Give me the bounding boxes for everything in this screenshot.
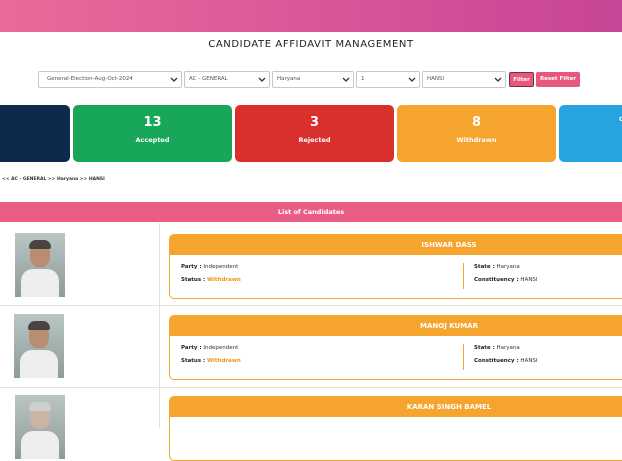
chevron-down-icon bbox=[170, 77, 178, 82]
election-select-value: General-Election-Aug-Oct-2024 bbox=[47, 76, 133, 82]
top-banner bbox=[0, 0, 622, 32]
chevron-down-icon bbox=[494, 77, 502, 82]
divider bbox=[463, 344, 464, 370]
reset-filter-button[interactable]: Reset Filter bbox=[536, 72, 580, 87]
stat-card-total[interactable] bbox=[0, 105, 70, 162]
candidate-card[interactable]: MANOJ KUMAR Party : Independent Status :… bbox=[169, 315, 622, 380]
filter-button[interactable]: Filter bbox=[509, 72, 534, 87]
number-select[interactable]: 1 bbox=[356, 71, 420, 88]
number-select-value: 1 bbox=[361, 76, 365, 82]
chevron-down-icon bbox=[342, 77, 350, 82]
stat-card-accepted[interactable]: 13 Accepted bbox=[73, 105, 232, 162]
stats-cards: 13 Accepted 3 Rejected 8 Withdrawn C bbox=[0, 105, 622, 162]
constituency-select-value: HANSI bbox=[427, 76, 445, 82]
list-header: List of Candidates bbox=[0, 202, 622, 222]
candidate-card[interactable]: ISHWAR DASS Party : Independent Status :… bbox=[169, 234, 622, 299]
party-value: Independent bbox=[203, 345, 239, 351]
chevron-down-icon bbox=[408, 77, 416, 82]
candidate-name: KARAN SINGH BAMEL bbox=[170, 397, 622, 417]
election-select[interactable]: General-Election-Aug-Oct-2024 bbox=[38, 71, 182, 88]
candidate-photo bbox=[14, 314, 64, 378]
state-select-value: Haryana bbox=[277, 76, 301, 82]
candidate-photo-cell bbox=[0, 223, 160, 305]
stat-card-rejected[interactable]: 3 Rejected bbox=[235, 105, 394, 162]
state-value: Haryana bbox=[496, 345, 520, 351]
stat-value: 3 bbox=[309, 115, 320, 130]
chevron-down-icon bbox=[258, 77, 266, 82]
state-select[interactable]: Haryana bbox=[272, 71, 354, 88]
candidate-name: ISHWAR DASS bbox=[170, 235, 622, 255]
state-value: Haryana bbox=[496, 264, 520, 270]
candidate-row: KARAN SINGH BAMEL bbox=[0, 388, 622, 461]
divider bbox=[463, 263, 464, 289]
candidate-photo bbox=[15, 233, 65, 297]
constituency-select[interactable]: HANSI bbox=[422, 71, 506, 88]
party-line: Party : Independent bbox=[181, 345, 239, 351]
breadcrumb: << AC - GENERAL >> Haryana >> HANSI bbox=[2, 177, 105, 182]
stat-card-contesting[interactable]: C bbox=[559, 105, 622, 162]
status-line: Status : Withdrawn bbox=[181, 358, 241, 364]
ac-type-select-value: AC - GENERAL bbox=[189, 76, 228, 82]
status-value: Withdrawn bbox=[206, 277, 241, 283]
status-line: Status : Withdrawn bbox=[181, 277, 241, 283]
status-value: Withdrawn bbox=[206, 358, 241, 364]
party-line: Party : Independent bbox=[181, 264, 239, 270]
state-line: State : Haryana bbox=[474, 345, 520, 351]
stat-card-withdrawn[interactable]: 8 Withdrawn bbox=[397, 105, 556, 162]
constituency-value: HANSI bbox=[520, 358, 538, 364]
party-value: Independent bbox=[203, 264, 239, 270]
state-line: State : Haryana bbox=[474, 264, 520, 270]
candidate-name: MANOJ KUMAR bbox=[170, 316, 622, 336]
filter-bar: General-Election-Aug-Oct-2024 AC - GENER… bbox=[0, 71, 622, 88]
stat-label: Rejected bbox=[298, 136, 331, 144]
stat-label: C bbox=[619, 115, 622, 123]
constituency-line: Constituency : HANSI bbox=[474, 358, 538, 364]
constituency-value: HANSI bbox=[520, 277, 538, 283]
page-title: CANDIDATE AFFIDAVIT MANAGEMENT bbox=[208, 39, 414, 50]
candidate-row: ISHWAR DASS Party : Independent Status :… bbox=[0, 223, 622, 306]
candidate-photo-cell bbox=[0, 388, 160, 459]
candidate-photo-cell bbox=[0, 306, 160, 387]
stat-value: 13 bbox=[143, 115, 162, 130]
candidate-row: MANOJ KUMAR Party : Independent Status :… bbox=[0, 306, 622, 388]
stat-value: 8 bbox=[471, 115, 482, 130]
stat-label: Accepted bbox=[135, 136, 170, 144]
ac-type-select[interactable]: AC - GENERAL bbox=[184, 71, 270, 88]
candidate-card[interactable]: KARAN SINGH BAMEL bbox=[169, 396, 622, 461]
constituency-line: Constituency : HANSI bbox=[474, 277, 538, 283]
stat-label: Withdrawn bbox=[456, 136, 497, 144]
candidate-photo bbox=[15, 395, 65, 459]
